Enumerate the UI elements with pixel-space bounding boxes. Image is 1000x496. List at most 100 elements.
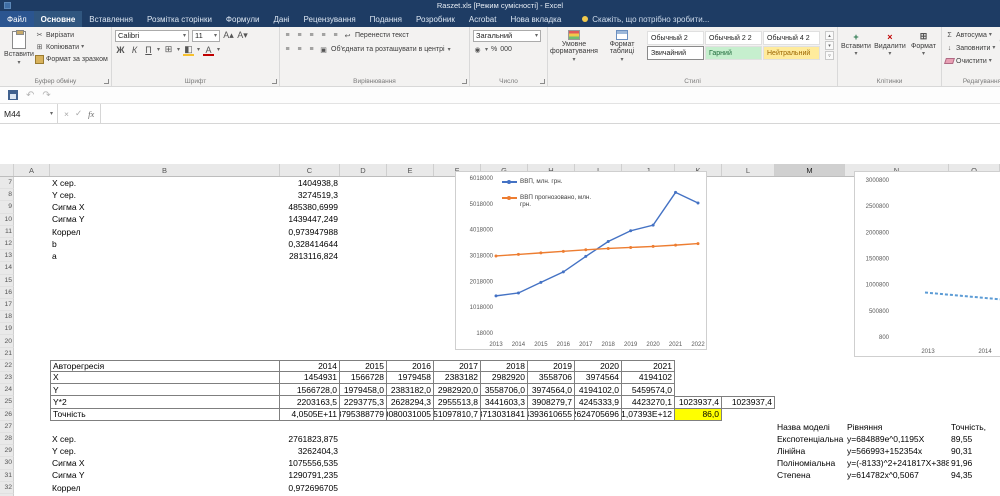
cell-H30[interactable] — [528, 457, 575, 469]
cell-C10[interactable]: 1439447,249 — [280, 214, 340, 226]
cell-L29[interactable] — [722, 445, 775, 457]
comma-style-button[interactable]: 000 — [500, 46, 512, 53]
cell-I29[interactable] — [575, 445, 622, 457]
row-header-11[interactable]: 11 — [0, 225, 14, 238]
cell-L7[interactable] — [722, 177, 775, 189]
cell-L31[interactable] — [722, 470, 775, 482]
cell-E26[interactable]: 60080031005 — [387, 408, 434, 421]
fill-color-icon[interactable]: ◧ — [183, 44, 195, 56]
style-chip[interactable]: Звичайний — [647, 46, 704, 60]
cell-L9[interactable] — [722, 201, 775, 213]
align-middle-icon[interactable]: ≡ — [295, 31, 304, 40]
cell-L15[interactable] — [722, 275, 775, 287]
cell-A9[interactable] — [14, 201, 50, 213]
cell-G22[interactable]: 2018 — [481, 359, 528, 372]
cell-M14[interactable] — [775, 262, 845, 274]
cell-B31[interactable]: Сигма Y — [50, 470, 280, 482]
dialog-launcher-icon[interactable] — [462, 79, 467, 84]
cell-I31[interactable] — [575, 470, 622, 482]
cell-I27[interactable] — [575, 421, 622, 433]
paste-button[interactable]: Вставити ▾ — [3, 29, 35, 75]
cell-N23[interactable] — [845, 372, 949, 384]
font-color-icon[interactable]: А — [203, 44, 215, 56]
cell-C25[interactable]: 2203163,5 — [280, 396, 340, 409]
cell-O32[interactable] — [949, 482, 1000, 494]
cell-A23[interactable] — [14, 372, 50, 384]
cell-A13[interactable] — [14, 250, 50, 262]
cell-F24[interactable]: 2982920,0 — [434, 384, 481, 397]
cell-J24[interactable]: 5459574,0 — [622, 384, 675, 397]
row-header-20[interactable]: 20 — [0, 335, 14, 348]
align-top-icon[interactable]: ≡ — [283, 31, 292, 40]
cell-M18[interactable] — [775, 311, 845, 323]
cell-N22[interactable] — [845, 360, 949, 372]
tab-Подання[interactable]: Подання — [363, 11, 409, 27]
row-header-28[interactable]: 28 — [0, 432, 14, 446]
cell-D31[interactable] — [340, 470, 387, 482]
gallery-more-icon[interactable]: ▿ — [825, 51, 834, 60]
cell-D7[interactable] — [340, 177, 387, 189]
cell-I22[interactable]: 2020 — [575, 359, 622, 372]
cell-B14[interactable] — [50, 262, 280, 274]
row-header-8[interactable]: 8 — [0, 189, 14, 202]
cell-B12[interactable]: b — [50, 238, 280, 250]
cell-E31[interactable] — [387, 470, 434, 482]
cell-N24[interactable] — [845, 384, 949, 396]
cell-E7[interactable] — [387, 177, 434, 189]
cell-I26[interactable]: 2624705696 — [575, 408, 622, 421]
grow-font-icon[interactable]: А▴ — [223, 30, 234, 41]
cell-G30[interactable] — [481, 457, 528, 469]
cell-G25[interactable]: 3441603,3 — [481, 396, 528, 409]
cell-E22[interactable]: 2016 — [387, 359, 434, 372]
cell-M13[interactable] — [775, 250, 845, 262]
cell-K23[interactable] — [675, 372, 722, 384]
cell-E20[interactable] — [387, 335, 434, 347]
cell-L27[interactable] — [722, 421, 775, 433]
cell-L14[interactable] — [722, 262, 775, 274]
cell-B28[interactable]: Х сер. — [50, 433, 280, 445]
chevron-down-icon[interactable]: ▾ — [157, 47, 160, 53]
tab-Рецензування[interactable]: Рецензування — [297, 11, 363, 27]
cell-D9[interactable] — [340, 201, 387, 213]
row-header-14[interactable]: 14 — [0, 262, 14, 275]
cell-D30[interactable] — [340, 457, 387, 469]
cell-O22[interactable] — [949, 360, 1000, 372]
cell-J28[interactable] — [622, 433, 675, 445]
cell-E9[interactable] — [387, 201, 434, 213]
conditional-formatting-button[interactable]: Умовне форматування ▾ — [550, 29, 598, 63]
cell-D10[interactable] — [340, 214, 387, 226]
cell-O29[interactable]: 90,31 — [949, 445, 1000, 457]
cell-D21[interactable] — [340, 348, 387, 360]
cell-C8[interactable]: 3274519,3 — [280, 189, 340, 201]
cell-M10[interactable] — [775, 214, 845, 226]
row-header-25[interactable]: 25 — [0, 396, 14, 409]
tab-Нова вкладка[interactable]: Нова вкладка — [503, 11, 568, 27]
cell-C18[interactable] — [280, 311, 340, 323]
cell-G23[interactable]: 2982920 — [481, 372, 528, 385]
gallery-down-icon[interactable]: ▾ — [825, 41, 834, 50]
cell-I24[interactable]: 4194102,0 — [575, 384, 622, 397]
cell-D18[interactable] — [340, 311, 387, 323]
cell-M30[interactable]: Поліноміальна — [775, 457, 845, 469]
row-header-16[interactable]: 16 — [0, 286, 14, 299]
align-bottom-icon[interactable]: ≡ — [307, 31, 316, 40]
cell-L22[interactable] — [722, 360, 775, 372]
cell-O24[interactable] — [949, 384, 1000, 396]
cell-L18[interactable] — [722, 311, 775, 323]
cell-A21[interactable] — [14, 348, 50, 360]
cell-H29[interactable] — [528, 445, 575, 457]
tab-Дані[interactable]: Дані — [266, 11, 296, 27]
cell-D11[interactable] — [340, 226, 387, 238]
cell-N27[interactable]: Рівняння — [845, 421, 949, 433]
dialog-launcher-icon[interactable] — [272, 79, 277, 84]
cell-N28[interactable]: y=684889e^0,1195X — [845, 433, 949, 445]
cell-A32[interactable] — [14, 482, 50, 494]
cell-H24[interactable]: 3974564,0 — [528, 384, 575, 397]
cell-A20[interactable] — [14, 335, 50, 347]
cell-L30[interactable] — [722, 457, 775, 469]
row-header-10[interactable]: 10 — [0, 213, 14, 226]
row-header-22[interactable]: 22 — [0, 359, 14, 372]
cell-C31[interactable]: 1290791,235 — [280, 470, 340, 482]
cell-H32[interactable] — [528, 482, 575, 494]
cell-L23[interactable] — [722, 372, 775, 384]
